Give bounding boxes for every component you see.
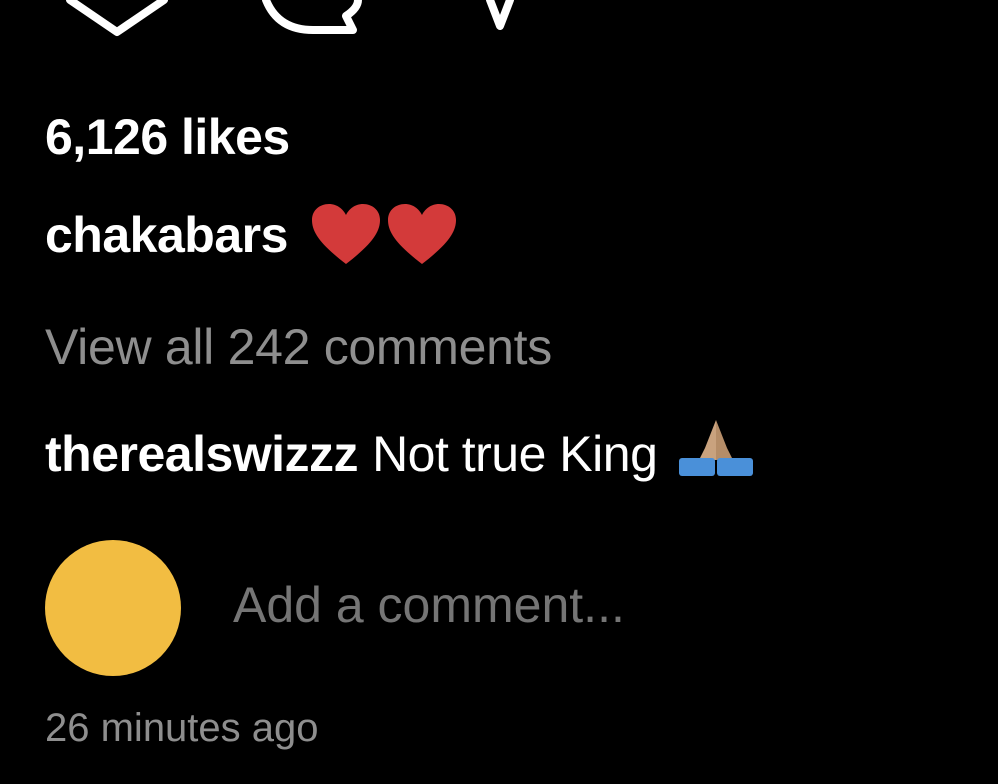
- folded-hands-icon: [675, 418, 757, 490]
- comment-icon[interactable]: [258, 0, 368, 40]
- comment-username[interactable]: therealswizzz: [45, 425, 359, 483]
- post-caption: chakabars: [45, 202, 458, 268]
- caption-username[interactable]: chakabars: [45, 206, 288, 264]
- post-action-bar: [0, 0, 998, 40]
- share-icon[interactable]: [470, 0, 530, 40]
- red-heart-icon: [387, 204, 456, 264]
- caption-emojis: [310, 202, 458, 268]
- red-heart-icon: [311, 204, 380, 264]
- avatar[interactable]: [45, 540, 181, 676]
- view-all-comments-link[interactable]: View all 242 comments: [45, 318, 552, 376]
- heart-icon[interactable]: [62, 0, 172, 40]
- add-comment-input[interactable]: [233, 576, 876, 634]
- comment-text: Not true King: [372, 426, 658, 482]
- likes-count[interactable]: 6,126 likes: [45, 108, 290, 166]
- post-timestamp: 26 minutes ago: [45, 706, 319, 750]
- comment-row: therealswizzz Not true King: [45, 418, 757, 490]
- add-comment-row: [45, 540, 876, 676]
